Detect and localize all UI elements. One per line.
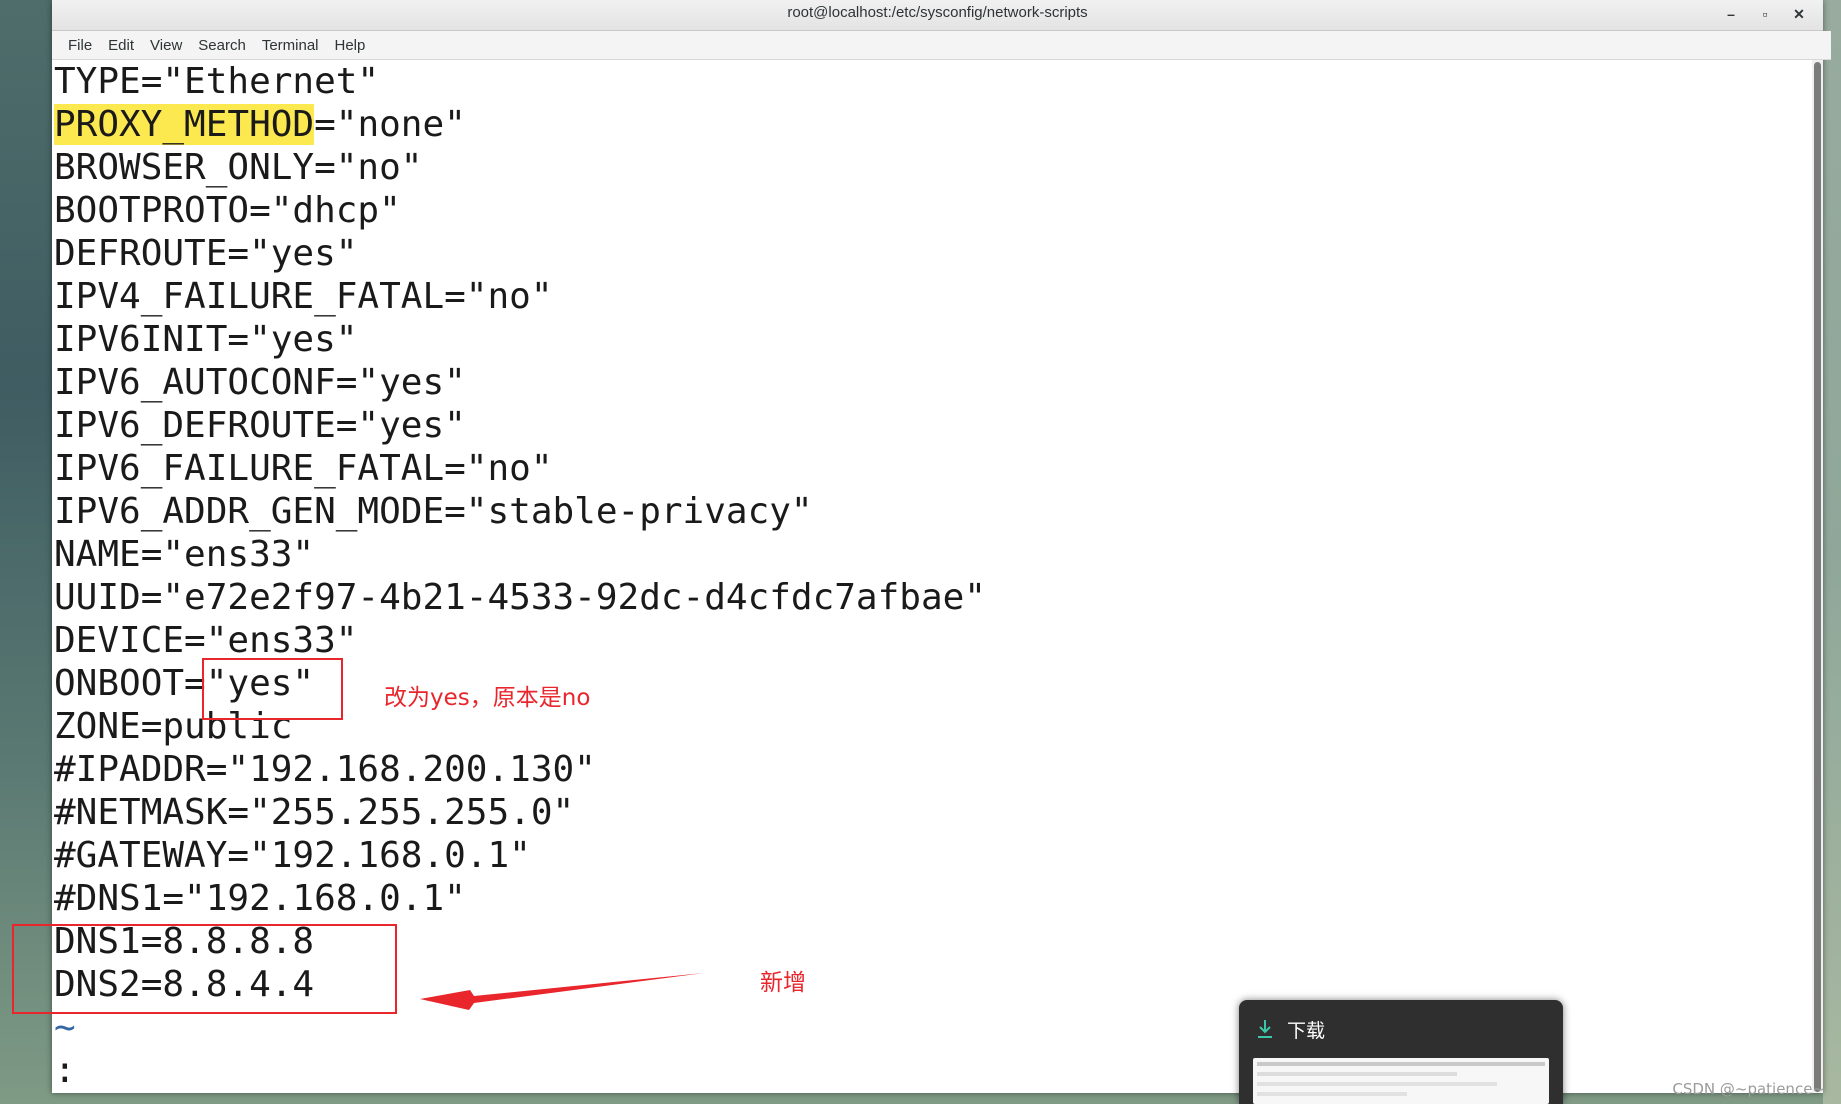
download-popup[interactable]: 下载 [1239, 1000, 1563, 1104]
download-icon [1255, 1018, 1275, 1045]
watermark: CSDN @~patience~ [1672, 1080, 1825, 1098]
download-popup-title: 下载 [1287, 1020, 1326, 1042]
download-thumbnail[interactable] [1253, 1058, 1549, 1104]
annotation-arrow [420, 973, 704, 1010]
